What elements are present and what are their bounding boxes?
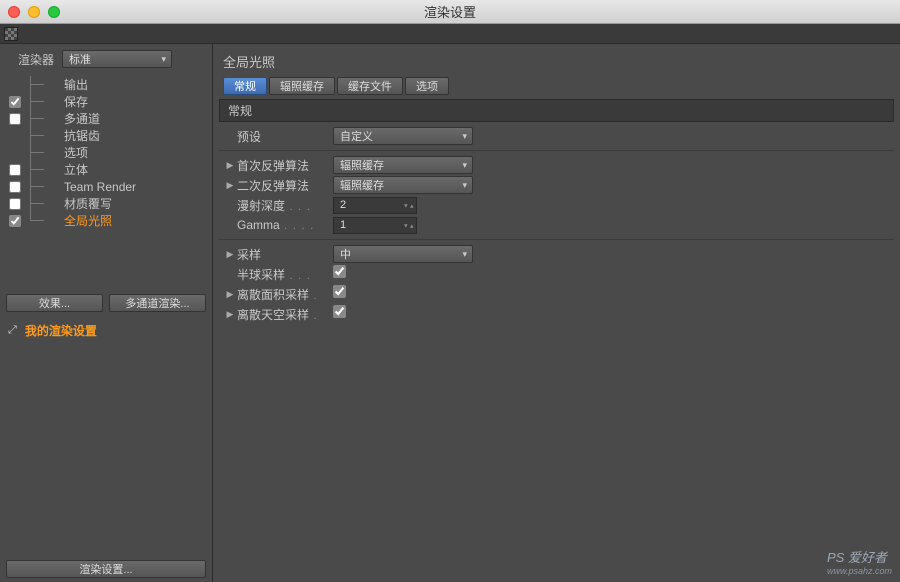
panel-title: 全局光照 bbox=[219, 48, 894, 77]
preset-label: 预设 bbox=[237, 130, 261, 144]
sidebar-item-label: 输出 bbox=[64, 76, 88, 93]
sidebar-checkbox[interactable] bbox=[9, 113, 21, 125]
disclosure-icon[interactable]: ▶ bbox=[223, 289, 237, 300]
sidebar-item-label: 材质覆写 bbox=[64, 195, 112, 212]
sidebar-item[interactable]: 立体 bbox=[0, 161, 212, 178]
titlebar: 渲染设置 bbox=[0, 0, 900, 24]
gamma-field[interactable]: 1 bbox=[333, 217, 417, 234]
sampling-dropdown[interactable]: 中 bbox=[333, 245, 473, 263]
hemispherical-label: 半球采样 bbox=[237, 268, 285, 282]
discrete-sky-label: 离散天空采样 bbox=[237, 308, 309, 322]
diffuse-depth-field[interactable]: 2 bbox=[333, 197, 417, 214]
sidebar-checkbox[interactable] bbox=[9, 164, 21, 176]
tab[interactable]: 常规 bbox=[223, 77, 267, 95]
disclosure-icon[interactable]: ▶ bbox=[223, 249, 237, 260]
window-title: 渲染设置 bbox=[0, 2, 900, 21]
render-region-icon[interactable] bbox=[4, 27, 18, 41]
discrete-sky-checkbox[interactable] bbox=[333, 305, 346, 318]
main-panel: 全局光照 常规辐照缓存缓存文件选项 常规 预设 自定义 ▶ 首次反弹算法 bbox=[213, 44, 900, 582]
sidebar-checkbox[interactable] bbox=[9, 96, 21, 108]
sidebar-item-label: 选项 bbox=[64, 144, 88, 161]
renderer-label: 渲染器 bbox=[18, 51, 54, 68]
sidebar: 渲染器 标准 输出保存多通道抗锯齿选项立体 Team Render材质覆写全局光照… bbox=[0, 44, 213, 582]
preset-dropdown[interactable]: 自定义 bbox=[333, 127, 473, 145]
sidebar-item-label: 多通道 bbox=[64, 110, 100, 127]
section-header: 常规 bbox=[219, 99, 894, 122]
sidebar-item[interactable]: 抗锯齿 bbox=[0, 127, 212, 144]
my-render-settings[interactable]: ⤢ 我的渲染设置 bbox=[0, 316, 212, 343]
tab-bar: 常规辐照缓存缓存文件选项 bbox=[219, 77, 894, 95]
effects-button[interactable]: 效果... bbox=[6, 294, 103, 312]
sidebar-item-label: 保存 bbox=[64, 93, 88, 110]
sidebar-item-label: 立体 bbox=[64, 161, 88, 178]
sidebar-item[interactable]: 输出 bbox=[0, 76, 212, 93]
secondary-bounce-label: 二次反弹算法 bbox=[237, 179, 309, 193]
discrete-area-label: 离散面积采样 bbox=[237, 288, 309, 302]
renderer-dropdown[interactable]: 标准 bbox=[62, 50, 172, 68]
primary-bounce-label: 首次反弹算法 bbox=[237, 159, 309, 173]
sidebar-item[interactable]: Team Render bbox=[0, 178, 212, 195]
sidebar-item-label: 抗锯齿 bbox=[64, 127, 100, 144]
renderer-value: 标准 bbox=[69, 51, 91, 67]
sidebar-item[interactable]: 材质覆写 bbox=[0, 195, 212, 212]
sidebar-item-label: Team Render bbox=[64, 180, 136, 194]
render-settings-button[interactable]: 渲染设置... bbox=[6, 560, 206, 578]
sidebar-checkbox[interactable] bbox=[9, 215, 21, 227]
secondary-bounce-dropdown[interactable]: 辐照缓存 bbox=[333, 176, 473, 194]
gamma-label: Gamma bbox=[237, 218, 280, 232]
expand-icon: ⤢ bbox=[8, 324, 17, 337]
sidebar-checkbox[interactable] bbox=[9, 181, 21, 193]
disclosure-icon[interactable]: ▶ bbox=[223, 160, 237, 171]
tab[interactable]: 选项 bbox=[405, 77, 449, 95]
primary-bounce-dropdown[interactable]: 辐照缓存 bbox=[333, 156, 473, 174]
sidebar-checkbox[interactable] bbox=[9, 198, 21, 210]
sidebar-item[interactable]: 保存 bbox=[0, 93, 212, 110]
sidebar-item[interactable]: 多通道 bbox=[0, 110, 212, 127]
sidebar-item-label: 全局光照 bbox=[64, 212, 112, 229]
disclosure-icon[interactable]: ▶ bbox=[223, 309, 237, 320]
hemispherical-checkbox[interactable] bbox=[333, 265, 346, 278]
sampling-label: 采样 bbox=[237, 248, 261, 262]
tab[interactable]: 缓存文件 bbox=[337, 77, 403, 95]
disclosure-icon[interactable]: ▶ bbox=[223, 180, 237, 191]
multipass-render-button[interactable]: 多通道渲染... bbox=[109, 294, 206, 312]
sidebar-list: 输出保存多通道抗锯齿选项立体 Team Render材质覆写全局光照 bbox=[0, 76, 212, 290]
sidebar-item[interactable]: 选项 bbox=[0, 144, 212, 161]
discrete-area-checkbox[interactable] bbox=[333, 285, 346, 298]
diffuse-depth-label: 漫射深度 bbox=[237, 199, 285, 213]
sidebar-item[interactable]: 全局光照 bbox=[0, 212, 212, 229]
tab[interactable]: 辐照缓存 bbox=[269, 77, 335, 95]
toolbar bbox=[0, 24, 900, 44]
